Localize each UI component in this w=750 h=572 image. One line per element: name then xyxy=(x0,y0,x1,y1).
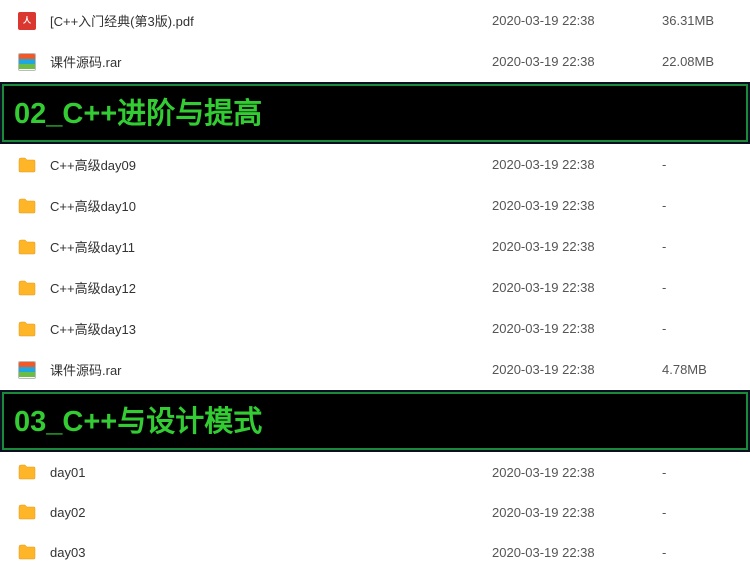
file-icon-slot xyxy=(18,503,36,521)
file-row[interactable]: 课件源码.rar2020-03-19 22:384.78MB xyxy=(0,349,750,390)
file-size: - xyxy=(662,198,732,213)
file-row[interactable]: day022020-03-19 22:38- xyxy=(0,492,750,532)
file-name: C++高级day10 xyxy=(50,196,492,215)
file-row[interactable]: C++高级day092020-03-19 22:38- xyxy=(0,144,750,185)
file-size: - xyxy=(662,545,732,560)
file-row[interactable]: 课件源码.rar2020-03-19 22:3822.08MB xyxy=(0,41,750,82)
file-name: day03 xyxy=(50,545,492,560)
folder-icon xyxy=(18,321,36,337)
folder-icon xyxy=(18,464,36,480)
file-date: 2020-03-19 22:38 xyxy=(492,54,662,69)
file-name: day01 xyxy=(50,465,492,480)
file-size: 36.31MB xyxy=(662,13,732,28)
file-icon-slot xyxy=(18,463,36,481)
file-icon-slot xyxy=(18,53,36,71)
file-name: C++高级day11 xyxy=(50,237,492,256)
file-name: 课件源码.rar xyxy=(50,52,492,71)
file-row[interactable]: C++高级day102020-03-19 22:38- xyxy=(0,185,750,226)
file-size: - xyxy=(662,321,732,336)
folder-icon xyxy=(18,198,36,214)
file-list: 人[C++入门经典(第3版).pdf2020-03-19 22:3836.31M… xyxy=(0,0,750,82)
file-icon-slot xyxy=(18,197,36,215)
file-size: 4.78MB xyxy=(662,362,732,377)
file-icon-slot xyxy=(18,238,36,256)
file-size: - xyxy=(662,239,732,254)
file-size: - xyxy=(662,280,732,295)
file-size: - xyxy=(662,157,732,172)
rar-icon xyxy=(18,361,36,379)
file-row[interactable]: 人 [C++入门经典(第3版).pdf2020-03-19 22:3836.31M… xyxy=(0,0,750,41)
file-name: C++高级day13 xyxy=(50,319,492,338)
section-header: 03_C++与设计模式 xyxy=(2,392,748,450)
file-date: 2020-03-19 22:38 xyxy=(492,321,662,336)
file-date: 2020-03-19 22:38 xyxy=(492,157,662,172)
folder-icon xyxy=(18,239,36,255)
file-row[interactable]: day032020-03-19 22:38- xyxy=(0,532,750,572)
file-date: 2020-03-19 22:38 xyxy=(492,362,662,377)
file-icon-slot: 人 xyxy=(18,12,36,30)
section-title: 03_C++与设计模式 xyxy=(14,398,736,440)
file-name: 课件源码.rar xyxy=(50,360,492,379)
file-row[interactable]: C++高级day132020-03-19 22:38- xyxy=(0,308,750,349)
file-icon-slot xyxy=(18,279,36,297)
file-name: C++高级day12 xyxy=(50,278,492,297)
file-icon-slot xyxy=(18,320,36,338)
folder-icon xyxy=(18,544,36,560)
file-size: - xyxy=(662,465,732,480)
file-date: 2020-03-19 22:38 xyxy=(492,545,662,560)
file-date: 2020-03-19 22:38 xyxy=(492,198,662,213)
file-icon-slot xyxy=(18,156,36,174)
section-title: 02_C++进阶与提高 xyxy=(14,90,736,132)
file-row[interactable]: C++高级day112020-03-19 22:38- xyxy=(0,226,750,267)
section-header: 02_C++进阶与提高 xyxy=(2,84,748,142)
file-name: C++高级day09 xyxy=(50,155,492,174)
file-size: - xyxy=(662,505,732,520)
file-date: 2020-03-19 22:38 xyxy=(492,13,662,28)
file-name: [C++入门经典(第3版).pdf xyxy=(50,11,492,30)
file-name: day02 xyxy=(50,505,492,520)
pdf-icon: 人 xyxy=(18,12,36,30)
file-date: 2020-03-19 22:38 xyxy=(492,280,662,295)
file-size: 22.08MB xyxy=(662,54,732,69)
file-date: 2020-03-19 22:38 xyxy=(492,239,662,254)
file-list: C++高级day092020-03-19 22:38-C++高级day10202… xyxy=(0,144,750,390)
file-date: 2020-03-19 22:38 xyxy=(492,505,662,520)
file-row[interactable]: day012020-03-19 22:38- xyxy=(0,452,750,492)
folder-icon xyxy=(18,504,36,520)
file-list: day012020-03-19 22:38-day022020-03-19 22… xyxy=(0,452,750,572)
file-row[interactable]: C++高级day122020-03-19 22:38- xyxy=(0,267,750,308)
rar-icon xyxy=(18,53,36,71)
file-date: 2020-03-19 22:38 xyxy=(492,465,662,480)
file-icon-slot xyxy=(18,361,36,379)
folder-icon xyxy=(18,280,36,296)
folder-icon xyxy=(18,157,36,173)
